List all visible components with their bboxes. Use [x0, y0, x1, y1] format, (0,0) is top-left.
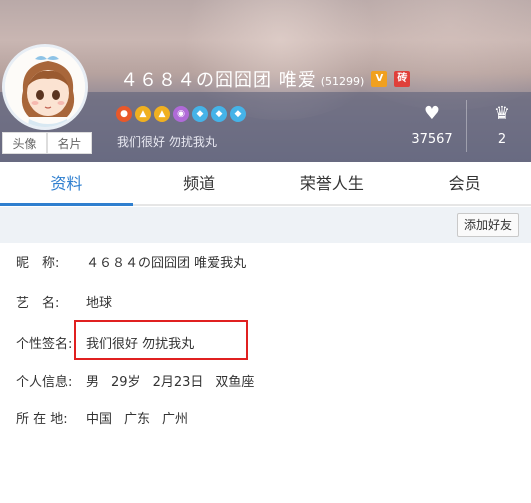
- vip-icon[interactable]: V: [371, 71, 388, 87]
- crown-icon[interactable]: ▲: [154, 106, 170, 122]
- avatar-block: 头像 名片: [2, 44, 94, 156]
- medal-icon[interactable]: ●: [116, 106, 132, 122]
- gender-value: 男: [86, 375, 100, 390]
- medal-list: ● ▲ ▲ ◉ ◆ ◆ ◆: [116, 106, 246, 122]
- username: ４６８４の囧囧团 唯爱: [120, 70, 317, 91]
- diamond-icon[interactable]: ◆: [192, 106, 208, 122]
- personal-label: 个人信息:: [16, 375, 73, 390]
- nickname-value: ４６８４の囧囧团 唯爱我丸: [86, 256, 247, 271]
- tab-honors[interactable]: 荣誉人生: [266, 164, 399, 204]
- city-value: 广州: [162, 412, 189, 427]
- art-name-value: 地球: [86, 296, 113, 311]
- likes-count: 37567: [411, 132, 453, 147]
- diamond-icon[interactable]: ◆: [211, 106, 227, 122]
- info-row-art-name: 艺 名: 地球: [16, 292, 112, 311]
- trophy-icon: ♛: [493, 103, 511, 124]
- art-name-label: 艺 名:: [16, 296, 60, 311]
- username-row: ４６８４の囧囧团 唯爱 (51299) V 砖: [120, 66, 411, 92]
- country-value: 中国: [86, 412, 113, 427]
- likes-stat[interactable]: ♥ 37567: [402, 103, 462, 148]
- zodiac-value: 双鱼座: [215, 375, 255, 390]
- rank-count: 2: [497, 132, 507, 147]
- age-value: 29岁: [111, 375, 141, 390]
- avatar-tab-photo[interactable]: 头像: [2, 132, 47, 154]
- avatar[interactable]: [2, 44, 88, 130]
- avatar-tab-card[interactable]: 名片: [47, 132, 92, 154]
- signature-highlight-box: [74, 320, 248, 360]
- badge-icon[interactable]: 砖: [394, 71, 411, 87]
- diamond-icon[interactable]: ◆: [230, 106, 246, 122]
- tab-membership[interactable]: 会员: [398, 164, 531, 204]
- nickname-label: 昵 称:: [16, 256, 60, 271]
- header-signature: 我们很好 勿扰我丸: [117, 135, 217, 149]
- tab-profile[interactable]: 资料: [0, 164, 133, 206]
- province-value: 广东: [124, 412, 151, 427]
- location-icon[interactable]: ◉: [173, 106, 189, 122]
- avatar-illustration: [5, 47, 85, 127]
- crown-icon[interactable]: ▲: [135, 106, 151, 122]
- info-row-nickname: 昵 称: ４６８４の囧囧团 唯爱我丸: [16, 252, 246, 271]
- avatar-tabs: 头像 名片: [2, 132, 92, 154]
- add-friend-button[interactable]: 添加好友: [456, 213, 519, 237]
- location-label: 所 在 地:: [16, 412, 68, 427]
- profile-tabs: 资料 频道 荣誉人生 会员: [0, 164, 531, 206]
- tab-channel[interactable]: 频道: [133, 164, 266, 204]
- heart-icon: ♥: [423, 103, 441, 124]
- user-id: (51299): [320, 74, 365, 88]
- toolbar: 添加好友: [0, 207, 531, 243]
- birthday-value: 2月23日: [152, 375, 204, 390]
- info-row-personal: 个人信息: 男 29岁 2月23日 双鱼座: [16, 371, 254, 390]
- stat-divider: [466, 100, 467, 152]
- info-row-location: 所 在 地: 中国 广东 广州: [16, 408, 188, 427]
- rank-stat[interactable]: ♛ 2: [472, 103, 531, 148]
